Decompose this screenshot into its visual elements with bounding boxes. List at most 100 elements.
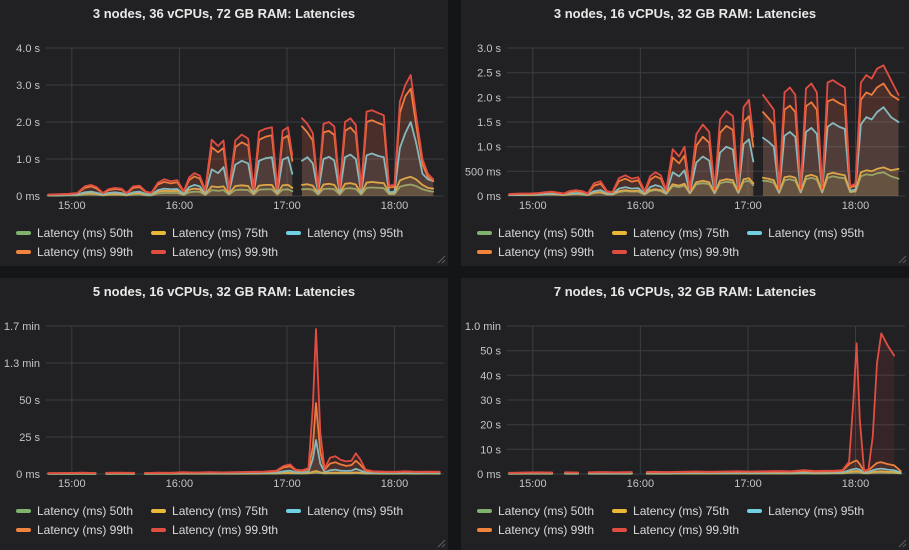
legend-item-latency-99th[interactable]: Latency (ms) 99th [477, 524, 594, 536]
legend-swatch-latency-99th [16, 528, 31, 532]
y-axis-tick-label: 1.0 min [465, 321, 501, 333]
legend-label: Latency (ms) 99.9th [633, 524, 739, 536]
y-axis-tick-label: 500 ms [465, 166, 502, 178]
legend-item-latency-99-9th[interactable]: Latency (ms) 99.9th [151, 524, 278, 536]
legend-swatch-latency-75th [151, 231, 166, 235]
legend-item-latency-50th[interactable]: Latency (ms) 50th [16, 227, 133, 239]
y-axis-tick-label: 10 s [480, 444, 501, 456]
x-axis-tick-label: 16:00 [627, 200, 655, 212]
y-axis-tick-label: 4.0 s [16, 43, 40, 55]
latency-panel: 3 nodes, 36 vCPUs, 72 GB RAM: Latencies0… [0, 0, 448, 266]
legend-swatch-latency-99th [477, 250, 492, 254]
legend-swatch-latency-95th [747, 509, 762, 513]
legend-item-latency-75th[interactable]: Latency (ms) 75th [612, 227, 729, 239]
y-axis-tick-label: 40 s [480, 370, 501, 382]
legend-item-latency-95th[interactable]: Latency (ms) 95th [747, 227, 864, 239]
y-axis-tick-label: 1.3 min [4, 358, 40, 370]
legend-label: Latency (ms) 50th [37, 227, 133, 239]
legend: Latency (ms) 50th Latency (ms) 75th Latenc… [0, 220, 448, 261]
legend-swatch-latency-50th [477, 509, 492, 513]
legend-item-latency-99th[interactable]: Latency (ms) 99th [16, 524, 133, 536]
x-axis-tick-label: 17:00 [273, 478, 301, 490]
legend-item-latency-95th[interactable]: Latency (ms) 95th [286, 505, 403, 517]
legend-swatch-latency-99-9th [612, 250, 627, 254]
y-axis-tick-label: 20 s [480, 420, 501, 432]
y-axis-tick-label: 0 ms [16, 469, 40, 481]
legend-label: Latency (ms) 50th [498, 505, 594, 517]
legend-swatch-latency-50th [16, 231, 31, 235]
panel-resize-handle[interactable] [436, 254, 446, 264]
legend-swatch-latency-75th [612, 509, 627, 513]
legend-row: Latency (ms) 50th Latency (ms) 75th Latenc… [16, 501, 448, 520]
legend-row: Latency (ms) 99th Latency (ms) 99.9th [16, 242, 448, 261]
panel-resize-handle[interactable] [897, 254, 907, 264]
legend-label: Latency (ms) 50th [37, 505, 133, 517]
series-area-latency-99-9th [145, 329, 440, 474]
x-axis-tick-label: 16:00 [166, 200, 194, 212]
legend-item-latency-75th[interactable]: Latency (ms) 75th [151, 227, 268, 239]
x-axis-tick-label: 18:00 [842, 200, 870, 212]
legend: Latency (ms) 50th Latency (ms) 75th Latenc… [461, 498, 909, 539]
legend-item-latency-99th[interactable]: Latency (ms) 99th [477, 246, 594, 258]
y-axis-tick-label: 50 s [19, 395, 40, 407]
series-area-latency-99-9th [509, 100, 753, 196]
legend-item-latency-50th[interactable]: Latency (ms) 50th [477, 227, 594, 239]
legend-label: Latency (ms) 99th [37, 524, 133, 536]
panel-title[interactable]: 5 nodes, 16 vCPUs, 32 GB RAM: Latencies [0, 278, 448, 310]
series-line-latency-99-9th [145, 329, 440, 473]
legend-item-latency-99th[interactable]: Latency (ms) 99th [16, 246, 133, 258]
legend-label: Latency (ms) 95th [307, 505, 403, 517]
y-axis-tick-label: 25 s [19, 432, 40, 444]
latency-chart[interactable]: 0 ms10 s20 s30 s40 s50 s1.0 min15:0016:0… [461, 310, 909, 498]
series-area-latency-99-9th [763, 65, 899, 196]
legend-row: Latency (ms) 50th Latency (ms) 75th Latenc… [477, 223, 909, 242]
panel-title[interactable]: 3 nodes, 36 vCPUs, 72 GB RAM: Latencies [0, 0, 448, 32]
legend-item-latency-95th[interactable]: Latency (ms) 95th [747, 505, 864, 517]
latency-panel: 3 nodes, 16 vCPUs, 32 GB RAM: Latencies 0… [461, 0, 909, 266]
latency-chart[interactable]: 0 ms1.0 s2.0 s3.0 s4.0 s15:0016:0017:001… [0, 32, 448, 220]
legend-swatch-latency-50th [477, 231, 492, 235]
legend-item-latency-99-9th[interactable]: Latency (ms) 99.9th [151, 246, 278, 258]
legend-label: Latency (ms) 99.9th [633, 246, 739, 258]
legend-item-latency-50th[interactable]: Latency (ms) 50th [477, 505, 594, 517]
x-axis-tick-label: 15:00 [519, 478, 547, 490]
legend-label: Latency (ms) 75th [633, 227, 729, 239]
legend-label: Latency (ms) 99th [37, 246, 133, 258]
latency-chart[interactable]: 0 ms500 ms1.0 s1.5 s2.0 s2.5 s3.0 s15:00… [461, 32, 909, 220]
panel-title[interactable]: 7 nodes, 16 vCPUs, 32 GB RAM: Latencies [461, 278, 909, 310]
x-axis-tick-label: 17:00 [273, 200, 301, 212]
x-axis-tick-label: 15:00 [519, 200, 547, 212]
legend-item-latency-75th[interactable]: Latency (ms) 75th [612, 505, 729, 517]
x-axis-tick-label: 17:00 [734, 478, 762, 490]
legend-swatch-latency-95th [286, 231, 301, 235]
latency-chart[interactable]: 0 ms25 s50 s1.3 min1.7 min15:0016:0017:0… [0, 310, 448, 498]
legend-label: Latency (ms) 99.9th [172, 524, 278, 536]
legend-item-latency-99-9th[interactable]: Latency (ms) 99.9th [612, 524, 739, 536]
panel-title[interactable]: 3 nodes, 16 vCPUs, 32 GB RAM: Latencies [461, 0, 909, 32]
panel-resize-handle[interactable] [436, 538, 446, 548]
legend-row: Latency (ms) 99th Latency (ms) 99.9th [16, 520, 448, 539]
legend-item-latency-95th[interactable]: Latency (ms) 95th [286, 227, 403, 239]
legend-item-latency-99-9th[interactable]: Latency (ms) 99.9th [612, 246, 739, 258]
legend-swatch-latency-99-9th [151, 250, 166, 254]
legend: Latency (ms) 50th Latency (ms) 75th Latenc… [461, 220, 909, 261]
legend-row: Latency (ms) 50th Latency (ms) 75th Latenc… [16, 223, 448, 242]
legend-row: Latency (ms) 99th Latency (ms) 99.9th [477, 242, 909, 261]
panel-resize-handle[interactable] [897, 538, 907, 548]
y-axis-tick-label: 1.7 min [4, 321, 40, 333]
latency-panel: 5 nodes, 16 vCPUs, 32 GB RAM: Latencies 0… [0, 278, 448, 550]
x-axis-tick-label: 16:00 [166, 478, 194, 490]
legend-label: Latency (ms) 50th [498, 227, 594, 239]
x-axis-tick-label: 18:00 [842, 478, 870, 490]
x-axis-tick-label: 15:00 [58, 200, 86, 212]
legend-swatch-latency-75th [612, 231, 627, 235]
x-axis-tick-label: 18:00 [381, 478, 409, 490]
legend-item-latency-50th[interactable]: Latency (ms) 50th [16, 505, 133, 517]
legend-item-latency-75th[interactable]: Latency (ms) 75th [151, 505, 268, 517]
y-axis-tick-label: 0 ms [477, 191, 501, 203]
legend-label: Latency (ms) 75th [172, 505, 268, 517]
latency-panel: 7 nodes, 16 vCPUs, 32 GB RAM: Latencies0… [461, 278, 909, 550]
legend-swatch-latency-95th [286, 509, 301, 513]
legend-label: Latency (ms) 99th [498, 246, 594, 258]
legend-label: Latency (ms) 95th [307, 227, 403, 239]
